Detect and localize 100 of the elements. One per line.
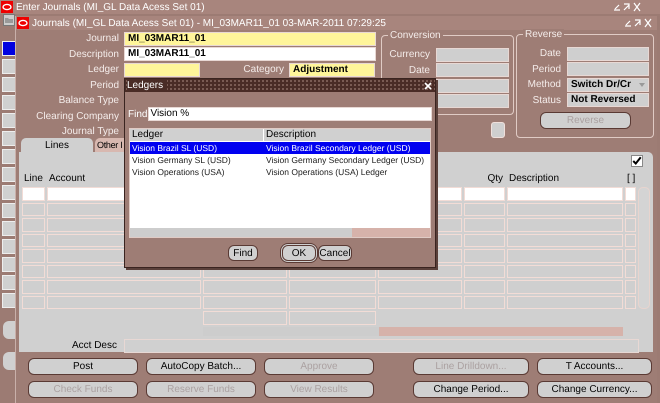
table-cell[interactable] (22, 187, 45, 200)
table-cell[interactable] (625, 264, 636, 278)
input-field[interactable] (436, 78, 509, 93)
table-cell[interactable] (507, 187, 623, 200)
horizontal-scrollbar[interactable] (130, 228, 430, 237)
window-title: Enter Journals (MI_GL Data Acess Set 01) (16, 2, 206, 12)
table-cell[interactable] (507, 249, 623, 262)
table-cell[interactable] (22, 202, 45, 216)
toggle-button[interactable] (491, 122, 505, 138)
list-row[interactable]: Vision Germany SL (USD) Vision Germany Secondary Ledger (USD) (130, 154, 430, 166)
column-header: Description (508, 173, 560, 185)
input-field[interactable] (436, 94, 509, 108)
table-cell[interactable] (464, 264, 505, 278)
table-cell[interactable] (507, 264, 623, 278)
checkbox[interactable] (631, 155, 643, 167)
table-cell[interactable] (203, 280, 287, 294)
input-field[interactable] (124, 338, 639, 352)
table-cell[interactable] (464, 202, 505, 216)
table-cell[interactable] (507, 296, 623, 309)
field-label: Period (531, 64, 561, 75)
input-field[interactable]: MI_03MAR11_01 (124, 32, 376, 46)
field-label: Status (532, 94, 561, 106)
tab[interactable]: Lines (21, 138, 93, 152)
field-label: Date (408, 64, 430, 76)
input-field[interactable] (567, 46, 649, 61)
table-cell[interactable] (625, 218, 636, 232)
input-field[interactable] (124, 62, 200, 77)
table-cell[interactable] (625, 280, 636, 294)
table-cell[interactable] (203, 311, 287, 324)
table-cell[interactable] (464, 296, 505, 309)
column-header: Line (23, 173, 44, 185)
table-cell[interactable] (22, 234, 45, 247)
field-label: Balance Type (58, 95, 119, 106)
dropdown[interactable]: Switch Dr/Cr (567, 78, 649, 92)
field-label: Journal (85, 33, 119, 44)
field-label: Clearing Company (35, 110, 119, 122)
table-cell[interactable] (47, 280, 201, 294)
field-label: Date (538, 48, 561, 60)
window-controls-icon[interactable] (612, 2, 642, 12)
action-button[interactable]: Change Currency... (537, 381, 652, 398)
table-cell[interactable] (378, 296, 462, 309)
table-cell[interactable] (464, 218, 505, 232)
action-button[interactable]: T Accounts... (537, 358, 652, 375)
input-field[interactable]: MI_03MAR11_01 (124, 47, 376, 62)
field-label: Find (128, 108, 148, 120)
table-cell[interactable] (22, 280, 45, 294)
field-label: Journal Type (60, 126, 119, 138)
table-cell[interactable] (625, 234, 636, 247)
column-header: Qty (486, 173, 504, 185)
input-field[interactable] (436, 63, 509, 78)
column-header: [ ] (626, 173, 636, 185)
table-cell[interactable] (22, 218, 45, 232)
find-field[interactable]: Vision % (148, 107, 432, 121)
window-controls-icon[interactable] (623, 18, 653, 28)
list-row[interactable]: Vision Brazil SL (USD) Vision Brazil Secondary Ledger (USD) (130, 142, 430, 154)
table-cell[interactable] (203, 296, 287, 309)
input-field[interactable] (567, 62, 649, 76)
input-field[interactable] (436, 48, 509, 62)
table-cell[interactable] (507, 218, 623, 232)
table-cell[interactable] (289, 296, 376, 309)
table-cell[interactable] (625, 296, 636, 309)
group-title: Reverse (523, 29, 564, 40)
table-cell[interactable] (507, 280, 623, 294)
field-label: Period (89, 80, 119, 91)
table-cell[interactable] (625, 187, 636, 200)
table-cell[interactable] (507, 202, 623, 216)
table-cell[interactable] (464, 280, 505, 294)
folder-icon[interactable] (3, 14, 15, 26)
action-button[interactable]: Change Period... (413, 381, 529, 398)
dialog-button[interactable]: OK (282, 245, 316, 261)
logo-icon (17, 17, 29, 29)
field-label: Method (526, 79, 561, 90)
action-button[interactable]: Post (28, 358, 138, 375)
input-field[interactable]: Not Reversed (567, 93, 649, 108)
table-cell[interactable] (22, 296, 45, 309)
vertical-scrollbar[interactable] (638, 187, 650, 309)
table-cell[interactable] (507, 234, 623, 247)
table-cell[interactable] (378, 280, 462, 294)
action-button[interactable]: AutoCopy Batch... (146, 358, 256, 375)
dialog-title: Ledgers (127, 80, 168, 91)
table-cell[interactable] (464, 187, 505, 200)
input-field[interactable]: Adjustment (289, 62, 375, 77)
table-cell[interactable] (289, 280, 376, 294)
dialog-button[interactable]: Cancel (318, 245, 352, 261)
table-cell[interactable] (464, 249, 505, 262)
table-cell[interactable] (625, 202, 636, 216)
table-cell[interactable] (625, 249, 636, 262)
table-cell[interactable] (464, 234, 505, 247)
close-icon[interactable] (424, 82, 432, 90)
table-cell[interactable] (47, 296, 201, 309)
group-title: Conversion (388, 30, 443, 41)
table-cell[interactable] (22, 249, 45, 262)
column-header: Description (265, 129, 318, 141)
list-row[interactable]: Vision Operations (USA) Vision Operations (USA) Ledger (130, 166, 430, 178)
field-label: Acct Desc (70, 340, 117, 351)
field-label: Category (242, 64, 285, 76)
table-cell[interactable] (289, 311, 376, 324)
toolbar-button[interactable] (2, 41, 16, 56)
dialog-button[interactable]: Find (228, 245, 258, 261)
table-cell[interactable] (22, 264, 45, 278)
